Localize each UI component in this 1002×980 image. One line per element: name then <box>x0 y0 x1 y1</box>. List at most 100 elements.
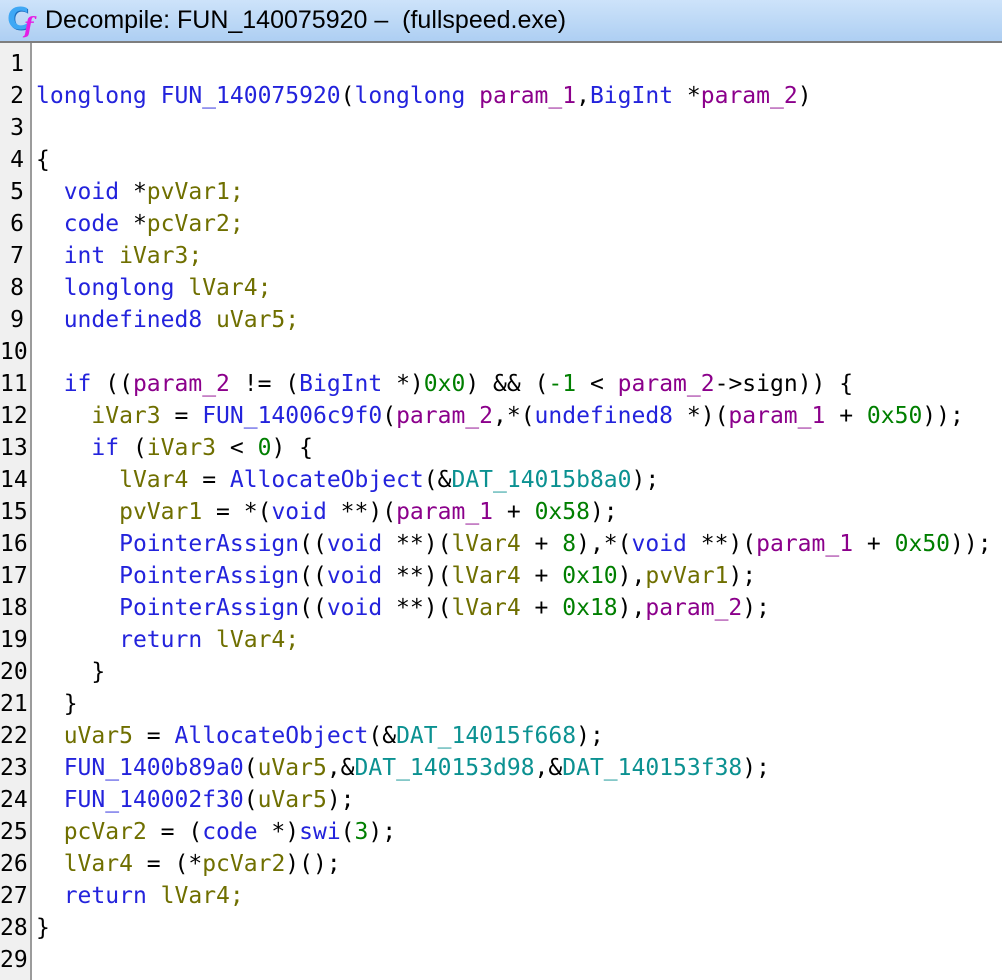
code-text[interactable]: PointerAssign((void **)(lVar4 + 0x18),pa… <box>30 592 770 624</box>
code-token[interactable]: if <box>91 435 119 461</box>
code-text[interactable]: PointerAssign((void **)(lVar4 + 8),*(voi… <box>30 528 992 560</box>
code-token[interactable]: ); <box>327 787 355 813</box>
code-text[interactable]: lVar4 = AllocateObject(&DAT_14015b8a0); <box>30 464 659 496</box>
code-token[interactable] <box>36 595 119 621</box>
code-token[interactable]: pvVar1; <box>147 179 244 205</box>
code-token[interactable]: ), <box>618 595 646 621</box>
code-token[interactable]: )(); <box>285 851 340 877</box>
code-token[interactable]: < <box>216 435 258 461</box>
code-token[interactable]: 0x50 <box>895 531 950 557</box>
code-token[interactable]: DAT_14015b8a0 <box>451 467 631 493</box>
code-token[interactable] <box>202 307 216 333</box>
code-token[interactable] <box>36 563 119 589</box>
code-token[interactable]: (( <box>299 563 327 589</box>
code-token[interactable]: param_2 <box>396 403 493 429</box>
code-token[interactable]: 8 <box>562 531 576 557</box>
code-token[interactable]: + <box>825 403 867 429</box>
code-token[interactable]: BigInt <box>590 83 673 109</box>
code-token[interactable]: ,*( <box>493 403 535 429</box>
decompiler-code-panel[interactable]: 12longlong FUN_140075920(longlong param_… <box>0 43 1002 980</box>
code-token[interactable]: lVar4 <box>451 531 520 557</box>
code-text[interactable]: void *pvVar1; <box>30 176 244 208</box>
code-token[interactable]: ), <box>618 563 646 589</box>
code-text[interactable]: return lVar4; <box>30 880 244 912</box>
code-token[interactable] <box>36 371 64 397</box>
code-token[interactable]: param_2 <box>133 371 230 397</box>
code-token[interactable]: FUN_14006c9f0 <box>202 403 382 429</box>
code-token[interactable]: DAT_140153d98 <box>355 755 535 781</box>
code-token[interactable] <box>36 851 64 877</box>
code-token[interactable] <box>36 307 64 333</box>
code-token[interactable]: **)( <box>327 499 396 525</box>
code-token[interactable] <box>147 83 161 109</box>
code-token[interactable]: ); <box>728 563 756 589</box>
code-token[interactable]: (( <box>299 595 327 621</box>
code-token[interactable]: pvVar1 <box>645 563 728 589</box>
code-token[interactable]: DAT_140153f38 <box>562 755 742 781</box>
code-text[interactable]: FUN_140002f30(uVar5); <box>30 784 355 816</box>
code-text[interactable]: return lVar4; <box>30 624 299 656</box>
code-token[interactable]: undefined8 <box>535 403 673 429</box>
code-text[interactable]: int iVar3; <box>30 240 202 272</box>
code-token[interactable]: longlong <box>36 83 147 109</box>
code-token[interactable]: + <box>521 531 563 557</box>
code-text[interactable]: lVar4 = (*pcVar2)(); <box>30 848 341 880</box>
code-token[interactable] <box>36 179 64 205</box>
code-token[interactable]: (& <box>368 723 396 749</box>
code-token[interactable]: param_1 <box>756 531 853 557</box>
code-text[interactable]: iVar3 = FUN_14006c9f0(param_2,*(undefine… <box>30 400 964 432</box>
code-token[interactable]: int <box>64 243 106 269</box>
code-token[interactable] <box>36 467 119 493</box>
code-token[interactable] <box>105 243 119 269</box>
code-token[interactable]: AllocateObject <box>230 467 424 493</box>
code-token[interactable]: void <box>632 531 687 557</box>
code-token[interactable]: ,& <box>327 755 355 781</box>
code-token[interactable]: pcVar2 <box>64 819 147 845</box>
code-token[interactable]: uVar5 <box>258 755 327 781</box>
code-token[interactable] <box>147 883 161 909</box>
code-token[interactable] <box>36 211 64 237</box>
code-text[interactable] <box>30 48 36 80</box>
code-token[interactable]: * <box>119 179 147 205</box>
code-token[interactable] <box>36 435 91 461</box>
code-token[interactable] <box>36 243 64 269</box>
code-token[interactable]: = *( <box>202 499 271 525</box>
code-token[interactable]: PointerAssign <box>119 595 299 621</box>
code-token[interactable]: ( <box>244 755 258 781</box>
code-token[interactable]: BigInt <box>299 371 382 397</box>
code-token[interactable]: if <box>64 371 92 397</box>
code-text[interactable] <box>30 944 36 976</box>
code-token[interactable]: uVar5; <box>216 307 299 333</box>
code-token[interactable]: ( <box>341 819 355 845</box>
code-text[interactable]: longlong lVar4; <box>30 272 271 304</box>
code-token[interactable]: + <box>521 563 563 589</box>
code-token[interactable]: ); <box>631 467 659 493</box>
code-token[interactable]: pcVar2; <box>147 211 244 237</box>
code-token[interactable]: { <box>36 147 50 173</box>
code-token[interactable]: **)( <box>382 595 451 621</box>
code-token[interactable]: void <box>327 531 382 557</box>
code-token[interactable]: swi <box>299 819 341 845</box>
code-text[interactable] <box>30 112 36 144</box>
code-text[interactable]: if ((param_2 != (BigInt *)0x0) && (-1 < … <box>30 368 853 400</box>
code-token[interactable]: FUN_1400b89a0 <box>64 755 244 781</box>
decompile-window-titlebar[interactable]: C f Decompile: FUN_140075920 – (fullspee… <box>0 0 1002 43</box>
code-token[interactable]: return <box>119 627 202 653</box>
code-token[interactable]: + <box>493 499 535 525</box>
code-token[interactable]: < <box>576 371 618 397</box>
code-token[interactable]: 0x18 <box>562 595 617 621</box>
code-token[interactable]: , <box>576 83 590 109</box>
code-token[interactable]: param_1 <box>396 499 493 525</box>
code-token[interactable]: code <box>202 819 257 845</box>
code-token[interactable]: PointerAssign <box>119 563 299 589</box>
code-token[interactable]: param_1 <box>728 403 825 429</box>
code-token[interactable]: **)( <box>382 531 451 557</box>
code-token[interactable]: ) <box>798 83 812 109</box>
code-token[interactable]: ) && ( <box>465 371 548 397</box>
code-token[interactable]: )); <box>922 403 964 429</box>
code-token[interactable]: void <box>64 179 119 205</box>
code-token[interactable] <box>36 275 64 301</box>
code-token[interactable]: lVar4; <box>161 883 244 909</box>
code-token[interactable]: DAT_14015f668 <box>396 723 576 749</box>
code-token[interactable]: } <box>36 659 105 685</box>
